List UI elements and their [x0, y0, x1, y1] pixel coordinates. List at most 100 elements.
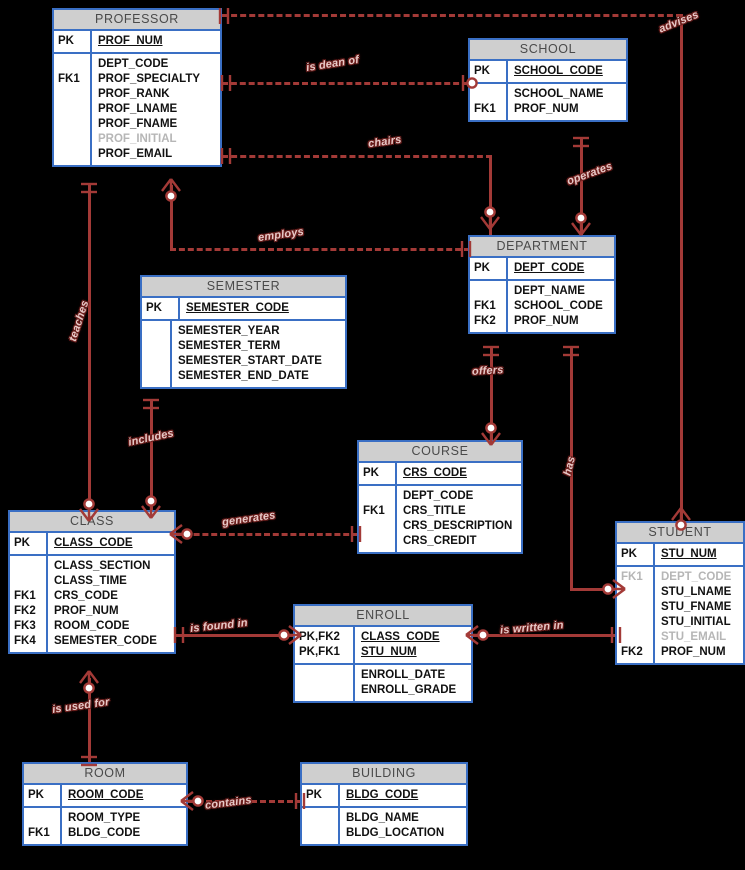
- entity-building[interactable]: BUILDING PK BLDG_CODE BLDG_NAME BLDG_LOCATIO…: [300, 762, 468, 846]
- pk-key-label: PK,FK2: [299, 631, 340, 643]
- attribute: DEPT_CODE: [98, 58, 169, 70]
- attribute: BLDG_NAME: [346, 812, 419, 824]
- attribute: PROF_NUM: [54, 605, 119, 617]
- pk-attribute: STU_NUM: [361, 646, 417, 658]
- attribute: STU_LNAME: [661, 586, 732, 598]
- attribute: STU_EMAIL: [661, 631, 727, 643]
- entity-pk-section: PK,FK2 PK,FK1 CLASS_CODE STU_NUM: [295, 627, 471, 665]
- fk-key-column: [142, 321, 172, 387]
- pk-key-column: PK: [142, 298, 180, 319]
- pk-key-label: PK: [146, 302, 162, 314]
- attribute: DEPT_CODE: [403, 490, 474, 502]
- cardinality-many-icon: [79, 498, 99, 522]
- cardinality-one-icon: [143, 398, 159, 410]
- entity-attribute-section: BLDG_NAME BLDG_LOCATION: [302, 808, 466, 844]
- key-spacer: [474, 284, 506, 299]
- entity-title: SEMESTER: [142, 277, 345, 298]
- relationship-label-chairs: chairs: [367, 133, 403, 151]
- attribute-column: ROOM_TYPE BLDG_CODE: [62, 808, 186, 844]
- entity-title: DEPARTMENT: [470, 237, 614, 258]
- fk-key-column: FK1: [24, 808, 62, 844]
- cardinality-many-icon: [602, 579, 626, 599]
- relationship-label-contains: contains: [204, 794, 253, 812]
- fk-key-label: FK1: [474, 300, 496, 312]
- pk-attribute: DEPT_CODE: [514, 262, 585, 274]
- pk-attribute: SCHOOL_CODE: [514, 65, 603, 77]
- pk-attribute-column: PROF_NUM: [92, 31, 220, 52]
- entity-pk-section: PK SCHOOL_CODE: [470, 61, 626, 84]
- pk-key-column: PK: [359, 463, 397, 484]
- attribute: PROF_NUM: [661, 646, 726, 658]
- attribute: BLDG_CODE: [68, 827, 141, 839]
- relationship-line-generates: [176, 533, 358, 536]
- attribute: ENROLL_DATE: [361, 669, 446, 681]
- attribute-column: CLASS_SECTION CLASS_TIME CRS_CODE PROF_NUM R…: [48, 556, 174, 652]
- entity-pk-section: PK STU_NUM: [617, 544, 743, 567]
- key-spacer: [363, 489, 395, 504]
- entity-attribute-section: SEMESTER_YEAR SEMESTER_TERM SEMESTER_START…: [142, 321, 345, 387]
- pk-key-label: PK: [363, 467, 379, 479]
- entity-title: BUILDING: [302, 764, 466, 785]
- relationship-label-employs: employs: [257, 225, 305, 245]
- pk-key-label: PK: [58, 35, 74, 47]
- fk-key-label: FK3: [14, 620, 36, 632]
- entity-attribute-section: FK1 SCHOOL_NAME PROF_NUM: [470, 84, 626, 120]
- relationship-line-is-dean-of: [222, 82, 468, 85]
- attribute: SCHOOL_NAME: [514, 88, 604, 100]
- cardinality-many-icon: [278, 625, 302, 645]
- relationship-line-teaches: [88, 185, 91, 515]
- entity-professor[interactable]: PROFESSOR PK PROF_NUM FK1 DEPT_CODE PROF_SPEC…: [52, 8, 222, 167]
- entity-semester[interactable]: SEMESTER PK SEMESTER_CODE SEMESTER_YEAR SEME…: [140, 275, 347, 389]
- fk-key-column: FK1: [54, 54, 92, 165]
- entity-title: PROFESSOR: [54, 10, 220, 31]
- fk-key-label: FK4: [14, 635, 36, 647]
- fk-key-label: FK1: [14, 590, 36, 602]
- attribute: CRS_DESCRIPTION: [403, 520, 513, 532]
- cardinality-one-icon: [81, 182, 97, 194]
- entity-attribute-section: FK1 ROOM_TYPE BLDG_CODE: [24, 808, 186, 844]
- attribute: STU_INITIAL: [661, 616, 731, 628]
- pk-attribute-column: BLDG_CODE: [340, 785, 466, 806]
- cardinality-one-icon: [610, 627, 622, 643]
- key-spacer: [58, 57, 90, 72]
- pk-key-label: PK: [14, 537, 30, 549]
- attribute: ROOM_TYPE: [68, 812, 141, 824]
- cardinality-one-icon: [573, 136, 589, 148]
- entity-course[interactable]: COURSE PK CRS_CODE FK1 DEPT_CODE CRS_TITLE CRS…: [357, 440, 523, 554]
- attribute: SEMESTER_CODE: [54, 635, 157, 647]
- entity-attribute-section: FK1 DEPT_CODE CRS_TITLE CRS_DESCRIPTION CRS_…: [359, 486, 521, 552]
- fk-key-label: FK2: [14, 605, 36, 617]
- relationship-label-is-dean-of: is dean of: [305, 53, 360, 75]
- attribute: CRS_CREDIT: [403, 535, 477, 547]
- fk-key-label: FK1: [474, 103, 496, 115]
- fk-key-label: FK2: [474, 315, 496, 327]
- attribute: SCHOOL_CODE: [514, 300, 603, 312]
- relationship-label-operates: operates: [565, 160, 615, 188]
- pk-attribute-column: CLASS_CODE STU_NUM: [355, 627, 471, 663]
- key-spacer: [14, 574, 46, 589]
- relationship-label-offers: offers: [471, 364, 504, 378]
- relationship-line-chairs: [222, 155, 492, 158]
- attribute-column: SEMESTER_YEAR SEMESTER_TERM SEMESTER_START…: [172, 321, 345, 387]
- entity-room[interactable]: ROOM PK ROOM_CODE FK1 ROOM_TYPE BLDG_CODE: [22, 762, 188, 846]
- attribute: BLDG_LOCATION: [346, 827, 445, 839]
- attribute: CRS_CODE: [54, 590, 118, 602]
- attribute-column: BLDG_NAME BLDG_LOCATION: [340, 808, 466, 844]
- entity-student[interactable]: STUDENT PK STU_NUM FK1 FK2 DEPT_CODE STU_LNAME…: [615, 521, 745, 665]
- attribute: PROF_NUM: [514, 103, 579, 115]
- entity-department[interactable]: DEPARTMENT PK DEPT_CODE FK1 FK2 DEPT_NAME SCHO…: [468, 235, 616, 334]
- cardinality-one-icon: [218, 8, 230, 24]
- entity-class[interactable]: CLASS PK CLASS_CODE FK1 FK2 FK3 FK4 CLASS_SECTI…: [8, 510, 176, 654]
- relationship-label-has: has: [561, 455, 578, 477]
- entity-school[interactable]: SCHOOL PK SCHOOL_CODE FK1 SCHOOL_NAME PROF_NU…: [468, 38, 628, 122]
- key-spacer: [14, 559, 46, 574]
- cardinality-many-icon: [161, 178, 181, 202]
- pk-attribute-column: STU_NUM: [655, 544, 743, 565]
- relationship-label-advises: advises: [657, 8, 701, 36]
- fk-key-column: FK1 FK2 FK3 FK4: [10, 556, 48, 652]
- entity-pk-section: PK CRS_CODE: [359, 463, 521, 486]
- entity-enroll[interactable]: ENROLL PK,FK2 PK,FK1 CLASS_CODE STU_NUM ENROL…: [293, 604, 473, 703]
- pk-attribute: BLDG_CODE: [346, 789, 419, 801]
- pk-key-label: PK: [621, 548, 637, 560]
- cardinality-one-icon: [220, 75, 232, 91]
